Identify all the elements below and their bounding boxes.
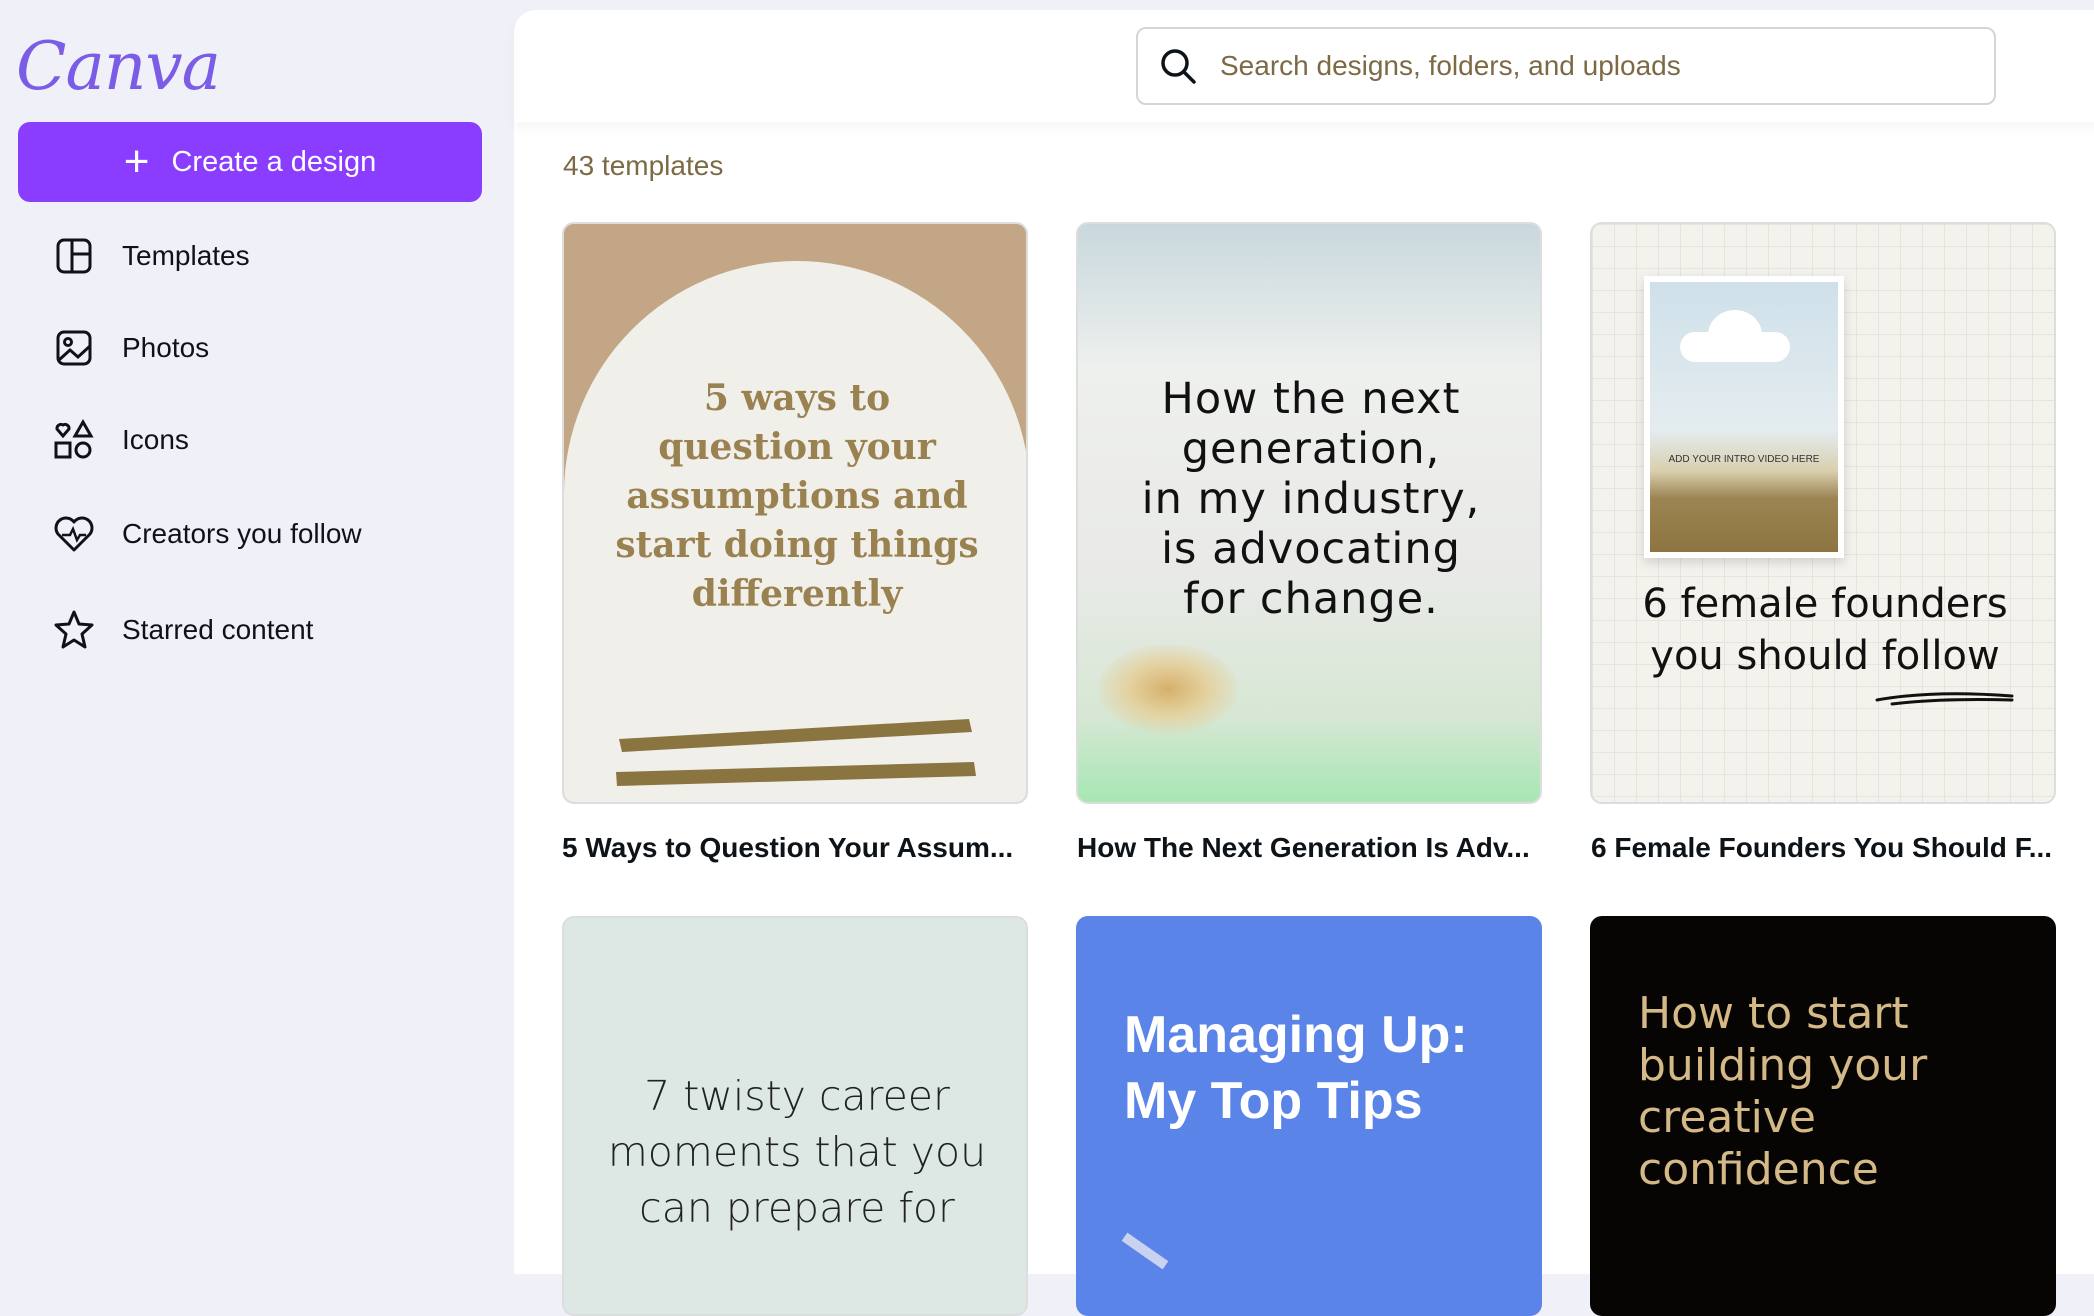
plus-icon: + xyxy=(123,137,150,186)
sidebar-item-label: Icons xyxy=(122,424,189,455)
search-icon xyxy=(1161,49,1196,84)
template-card[interactable]: Managing Up: My Top Tips xyxy=(1076,916,1542,1316)
top-bar xyxy=(514,10,2094,122)
card-text: How the next generation, in my industry,… xyxy=(1141,374,1481,624)
sidebar-item-photos[interactable]: Photos xyxy=(52,326,209,370)
sidebar-item-templates[interactable]: Templates xyxy=(52,234,250,278)
card-text: 7 twisty career moments that you can pre… xyxy=(607,1072,987,1232)
search-box[interactable] xyxy=(1136,27,1996,105)
sidebar-item-label: Creators you follow xyxy=(122,518,362,549)
sidebar-item-label: Photos xyxy=(122,332,210,363)
create-design-label: Create a design xyxy=(171,145,377,178)
template-card[interactable]: How to start building your creative conf… xyxy=(1590,916,2056,1316)
template-count: 43 templates xyxy=(563,150,724,181)
heart-icon xyxy=(54,516,94,552)
template-title[interactable]: How The Next Generation Is Adv... xyxy=(1077,832,1530,864)
templates-icon xyxy=(56,238,92,274)
card-text: How to start building your creative conf… xyxy=(1638,988,1928,1195)
sidebar-item-label: Starred content xyxy=(122,614,314,645)
photos-icon xyxy=(56,330,92,366)
template-card[interactable]: How the next generation, in my industry,… xyxy=(1076,222,1542,804)
star-icon xyxy=(54,610,94,649)
template-title[interactable]: 6 Female Founders You Should F... xyxy=(1591,832,2052,864)
card-text: Managing Up: My Top Tips xyxy=(1124,1006,1468,1130)
shapes-icon xyxy=(54,418,94,459)
card-text: 5 ways to question your assumptions and … xyxy=(615,377,979,615)
sidebar-item-label: Templates xyxy=(122,240,250,271)
create-design-button[interactable]: + Create a design xyxy=(18,122,482,202)
template-card[interactable]: 5 ways to question your assumptions and … xyxy=(562,222,1028,804)
template-card[interactable]: ADD YOUR INTRO VIDEO HERE 6 female found… xyxy=(1590,222,2056,804)
sidebar-item-starred[interactable]: Starred content xyxy=(52,608,313,652)
sidebar-item-icons[interactable]: Icons xyxy=(52,418,189,462)
canva-logo[interactable]: Canva xyxy=(16,28,221,105)
template-card[interactable]: 7 twisty career moments that you can pre… xyxy=(562,916,1028,1316)
sidebar-item-creators[interactable]: Creators you follow xyxy=(52,512,362,556)
underline-scribble xyxy=(1875,692,2014,706)
card-artwork xyxy=(1098,644,1238,734)
sidebar: Canva + Create a design Templates Photos… xyxy=(0,0,510,1264)
template-title[interactable]: 5 Ways to Question Your Assum... xyxy=(562,832,1013,864)
search-input[interactable] xyxy=(1218,49,1962,83)
